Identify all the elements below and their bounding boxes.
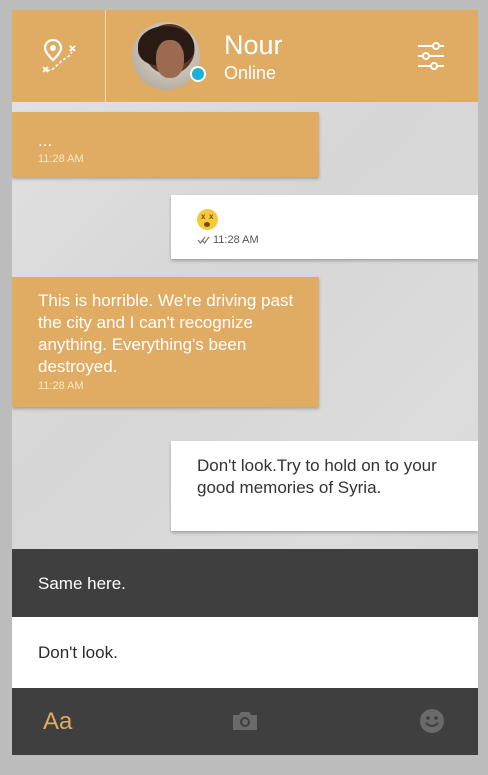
message-incoming: ... 11:28 AM xyxy=(12,112,319,177)
settings-sliders-icon[interactable] xyxy=(416,41,446,71)
chat-screen: Nour Online ... 11:28 AM xx 11:28 AM Thi… xyxy=(12,10,478,755)
reply-option[interactable]: Don't look. xyxy=(12,617,478,688)
message-outgoing: Don't look.Try to hold on to your good m… xyxy=(171,441,478,531)
message-text: This is horrible. We're driving past the… xyxy=(38,291,294,376)
message-time: 11:28 AM xyxy=(38,380,84,392)
contact-name: Nour xyxy=(224,30,283,60)
online-indicator xyxy=(190,66,206,82)
reply-option-text: Don't look. xyxy=(38,643,118,662)
message-outgoing: xx 11:28 AM xyxy=(171,195,478,259)
dizzy-face-emoji: xx xyxy=(197,209,218,230)
message-text: ... xyxy=(38,131,53,150)
map-button[interactable] xyxy=(12,10,105,102)
message-time: 11:28 AM xyxy=(38,153,84,165)
message-text: Don't look.Try to hold on to your good m… xyxy=(197,456,437,497)
message-incoming: This is horrible. We're driving past the… xyxy=(12,277,319,407)
message-time: 11:28 AM xyxy=(213,234,259,246)
reply-option[interactable]: Same here. xyxy=(12,549,478,617)
camera-icon[interactable] xyxy=(231,710,259,732)
map-route-icon xyxy=(41,38,76,73)
double-check-icon xyxy=(197,236,210,244)
header-divider xyxy=(105,10,106,102)
avatar[interactable] xyxy=(132,22,200,90)
font-button[interactable]: Aa xyxy=(43,708,72,736)
bottom-toolbar: Aa xyxy=(12,688,478,755)
reply-option-text: Same here. xyxy=(38,574,126,593)
contact-status: Online xyxy=(224,63,277,83)
smiley-icon[interactable] xyxy=(419,708,445,734)
chat-header: Nour Online xyxy=(12,10,478,102)
